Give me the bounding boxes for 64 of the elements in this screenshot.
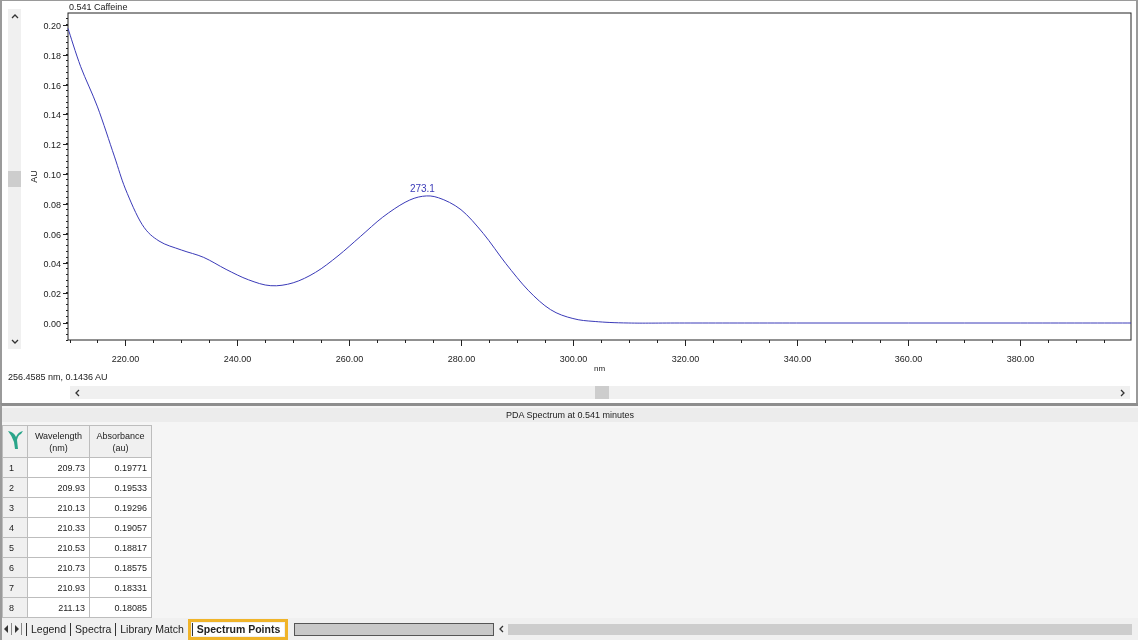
axis-tick-label: 0.08 bbox=[43, 199, 61, 210]
panel-title: PDA Spectrum at 0.541 minutes bbox=[2, 408, 1138, 423]
scroll-up-icon[interactable] bbox=[10, 13, 19, 19]
axis-tick-label: 0.04 bbox=[43, 258, 61, 269]
table-cell: 210.93 bbox=[27, 577, 90, 598]
axis-tick-label: 0.02 bbox=[43, 288, 61, 299]
scroll-left-icon[interactable] bbox=[74, 388, 80, 397]
table-cell: 209.93 bbox=[27, 477, 90, 498]
table-cell: 0.18331 bbox=[89, 577, 152, 598]
table-cell: 0.19057 bbox=[89, 517, 152, 538]
axis-tick-label: 0.20 bbox=[43, 20, 61, 31]
axis-tick-label: 0.14 bbox=[43, 109, 61, 120]
row-number: 6 bbox=[2, 557, 28, 578]
axis-tick-label: 320.00 bbox=[671, 354, 700, 364]
axis-tick-label: 0.18 bbox=[43, 50, 61, 61]
axis-tick-label: 0.10 bbox=[43, 169, 61, 180]
cursor-readout: 256.4585 nm, 0.1436 AU bbox=[8, 371, 109, 383]
table-cell: 211.13 bbox=[27, 597, 90, 618]
row-number: 3 bbox=[2, 497, 28, 518]
row-number: 7 bbox=[2, 577, 28, 598]
axis-tick-label: 380.00 bbox=[1006, 354, 1035, 364]
axis-title: nm bbox=[593, 364, 606, 371]
table-cell: 210.33 bbox=[27, 517, 90, 538]
row-number: 2 bbox=[2, 477, 28, 498]
table-cell: 0.19296 bbox=[89, 497, 152, 518]
axis-tick-label: 360.00 bbox=[894, 354, 923, 364]
horizontal-scrollbar[interactable] bbox=[70, 386, 1130, 399]
scroll-down-icon[interactable] bbox=[10, 339, 19, 345]
axis-tick-label: 0.12 bbox=[43, 139, 61, 150]
table-cell: 209.73 bbox=[27, 457, 90, 478]
column-header[interactable]: Absorbance (au) bbox=[89, 425, 152, 458]
row-number: 5 bbox=[2, 537, 28, 558]
axis-tick-label: 240.00 bbox=[223, 354, 252, 364]
scrollbar-thumb[interactable] bbox=[595, 386, 609, 399]
table-cell: 0.19533 bbox=[89, 477, 152, 498]
table-cell: 0.18575 bbox=[89, 557, 152, 578]
row-number: 8 bbox=[2, 597, 28, 618]
table-cell: 0.18085 bbox=[89, 597, 152, 618]
chart-title: 0.541 Caffeine bbox=[69, 2, 128, 12]
table-cell: 210.53 bbox=[27, 537, 90, 558]
table-cell: 210.73 bbox=[27, 557, 90, 578]
row-number: 4 bbox=[2, 517, 28, 538]
axis-tick-label: 0.06 bbox=[43, 229, 61, 240]
axis-tick-label: 340.00 bbox=[783, 354, 812, 364]
scroll-right-icon[interactable] bbox=[12, 623, 22, 635]
vertical-scrollbar[interactable] bbox=[8, 9, 21, 349]
axis-tick-label: 0.00 bbox=[43, 318, 61, 329]
axis-tick-label: 260.00 bbox=[335, 354, 364, 364]
column-header[interactable]: Wavelength (nm) bbox=[27, 425, 90, 458]
table-cell: 210.13 bbox=[27, 497, 90, 518]
axis-title: AU bbox=[29, 170, 39, 183]
row-number: 1 bbox=[2, 457, 28, 478]
axis-tick-label: 0.16 bbox=[43, 80, 61, 91]
axis-tick-label: 280.00 bbox=[447, 354, 476, 364]
scroll-left-icon[interactable] bbox=[2, 623, 12, 635]
axis-tick-label: 220.00 bbox=[111, 354, 140, 364]
scrollbar-thumb[interactable] bbox=[8, 171, 21, 187]
table-cell: 0.18817 bbox=[89, 537, 152, 558]
horizontal-scrollbar[interactable] bbox=[498, 623, 1132, 635]
scroll-left-icon[interactable] bbox=[498, 625, 505, 633]
peak-label: 273.1 bbox=[409, 183, 435, 195]
scroll-right-icon[interactable] bbox=[1120, 388, 1126, 397]
axis-tick-label: 300.00 bbox=[559, 354, 588, 364]
table-cell: 0.19771 bbox=[89, 457, 152, 478]
